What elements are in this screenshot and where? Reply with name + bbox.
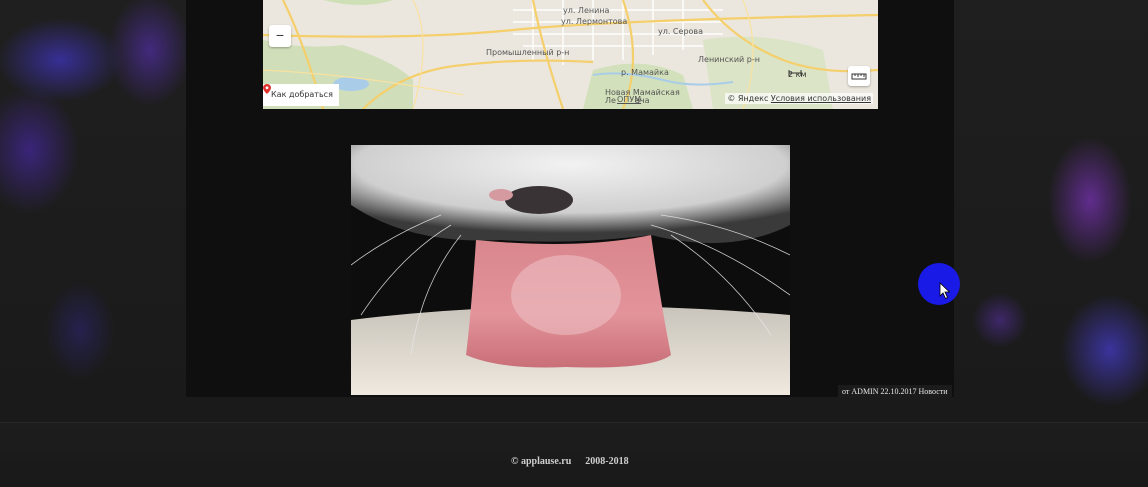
map-scale: 2 км	[788, 70, 807, 79]
map-label-place: ача	[635, 96, 650, 105]
mouse-cursor-icon	[939, 282, 951, 300]
map-label-river: р. Мамайка	[621, 68, 669, 77]
map-label-street: ул. Лермонтова	[561, 17, 628, 26]
site-footer: © applause.ru 2008-2018	[0, 422, 1148, 487]
terms-link[interactable]: Условия использования	[771, 94, 871, 103]
scale-bar-end-icon	[789, 70, 802, 76]
map-label-place: Ле	[605, 96, 616, 105]
map-label-district: Промышленный р-н	[486, 48, 570, 57]
yandex-copyright: © Яндекс	[727, 94, 769, 103]
map-label-street: ул. Серова	[658, 27, 704, 36]
footer-site[interactable]: © applause.ru	[511, 456, 571, 467]
footer-years: 2008-2018	[585, 456, 629, 467]
route-label: Как добраться	[271, 90, 333, 99]
map-label-street: ул. Ленина	[563, 6, 610, 15]
page: ул. Ленина ул. Лермонтова ул. Серова Про…	[0, 0, 1148, 487]
footer-copyright: © applause.ru 2008-2018	[511, 456, 629, 467]
yandex-map[interactable]: ул. Ленина ул. Лермонтова ул. Серова Про…	[263, 0, 878, 109]
map-copyright: © Яндекс Условия использования	[725, 93, 873, 104]
minus-icon: −	[275, 27, 285, 43]
location-pin-icon	[263, 84, 271, 94]
map-label-district: Ленинский р-н	[698, 55, 760, 64]
post-video[interactable]	[351, 145, 790, 395]
route-button[interactable]: Как добраться	[263, 84, 339, 106]
cat-licking-image	[351, 145, 790, 395]
zoom-out-button[interactable]: −	[269, 25, 291, 47]
post-meta: от ADMIN 22.10.2017 Новости	[838, 385, 952, 398]
ruler-button[interactable]	[848, 66, 870, 86]
ruler-icon	[851, 73, 867, 80]
